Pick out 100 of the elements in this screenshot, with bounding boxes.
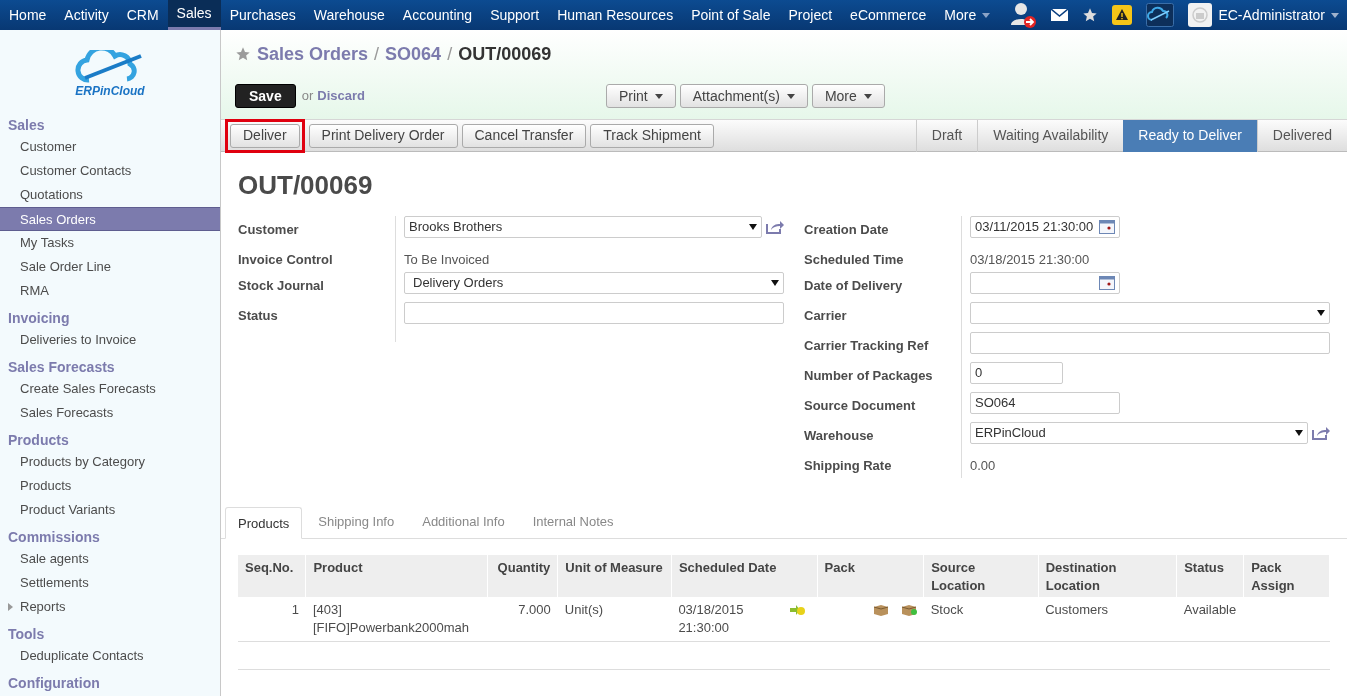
select-field[interactable] bbox=[970, 302, 1330, 324]
dropdown-button[interactable]: Attachment(s) bbox=[679, 84, 808, 108]
menu-item[interactable]: Point of Sale bbox=[682, 0, 780, 30]
logo-text: ERPinCloud bbox=[75, 84, 145, 98]
menu-item[interactable]: Purchases bbox=[220, 0, 305, 30]
sidebar-item[interactable]: Sale Order Line bbox=[0, 255, 220, 279]
sidebar-item[interactable]: My Tasks bbox=[0, 231, 220, 255]
calendar-icon[interactable] bbox=[1099, 220, 1115, 234]
sidebar-item[interactable]: RMA bbox=[0, 279, 220, 303]
user-logout-icon[interactable] bbox=[1009, 1, 1038, 29]
menu-item[interactable]: Accounting bbox=[393, 0, 482, 30]
tab[interactable]: Products bbox=[225, 507, 303, 539]
dropdown-caret-icon[interactable] bbox=[771, 280, 779, 286]
field-label: Carrier bbox=[804, 307, 848, 325]
package-icon[interactable] bbox=[872, 604, 889, 616]
discard-link[interactable]: Discard bbox=[317, 86, 365, 106]
sidebar-item[interactable]: Sales Forecasts bbox=[0, 401, 220, 425]
menu-item[interactable]: Sales bbox=[167, 0, 221, 30]
dropdown-caret-icon[interactable] bbox=[749, 224, 757, 230]
column-header: Status bbox=[1176, 555, 1244, 597]
field-label: Warehouse bbox=[804, 427, 875, 445]
input-field[interactable]: SO064 bbox=[970, 392, 1120, 414]
sidebar-item[interactable]: Create Sales Forecasts bbox=[0, 377, 220, 401]
sidebar-item[interactable]: Reports bbox=[0, 595, 220, 619]
avatar-icon[interactable] bbox=[1188, 3, 1213, 27]
external-link-icon[interactable] bbox=[766, 220, 784, 234]
action-button[interactable]: Deliver bbox=[230, 123, 300, 148]
date-field[interactable]: 03/11/2015 21:30:00 bbox=[970, 216, 1120, 238]
field-label: Carrier Tracking Ref bbox=[804, 337, 930, 355]
status-stage[interactable]: Delivered bbox=[1256, 119, 1347, 152]
table-cell: [403] [FIFO]Powerbank2000mah bbox=[305, 597, 488, 642]
action-button[interactable]: Track Shipment bbox=[590, 123, 714, 148]
column-header: Source Location bbox=[923, 555, 1039, 597]
calendar-icon[interactable] bbox=[1099, 276, 1115, 290]
breadcrumb-link[interactable]: SO064 bbox=[385, 40, 442, 68]
expand-icon[interactable] bbox=[8, 603, 13, 611]
star-icon[interactable] bbox=[235, 46, 251, 62]
sidebar-item[interactable]: Deliveries to Invoice bbox=[0, 328, 220, 352]
warning-icon[interactable] bbox=[1112, 5, 1133, 25]
input-field[interactable]: 0 bbox=[970, 362, 1063, 384]
select-field[interactable]: Brooks Brothers bbox=[404, 216, 762, 238]
field-label: Customer bbox=[238, 221, 300, 239]
more-menu[interactable]: More bbox=[935, 0, 1000, 30]
sidebar-item[interactable]: Product Variants bbox=[0, 498, 220, 522]
select-field[interactable]: ERPinCloud bbox=[970, 422, 1308, 444]
sidebar-item[interactable]: Sales Orders bbox=[0, 207, 220, 231]
column-header: Pack bbox=[817, 555, 924, 597]
sidebar-section-title: Configuration bbox=[7, 674, 101, 693]
menu-item[interactable]: Human Resources bbox=[548, 0, 683, 30]
field-label: Shipping Rate bbox=[804, 457, 893, 475]
menu-item[interactable]: Home bbox=[0, 0, 56, 30]
sidebar-section-title: Sales bbox=[7, 116, 46, 135]
dropdown-button[interactable]: Print bbox=[605, 84, 676, 108]
caret-icon bbox=[654, 93, 663, 99]
cloud-logo-icon[interactable] bbox=[1146, 3, 1175, 27]
tab[interactable]: Shipping Info bbox=[306, 506, 407, 538]
caret-icon bbox=[982, 12, 991, 18]
sidebar-section-title: Tools bbox=[7, 625, 46, 644]
sidebar-section-title: Sales Forecasts bbox=[7, 358, 116, 377]
dropdown-caret-icon[interactable] bbox=[1317, 310, 1325, 316]
sidebar-item[interactable]: Products bbox=[0, 474, 220, 498]
select-field[interactable]: Delivery Orders bbox=[404, 272, 784, 294]
caret-icon[interactable] bbox=[1331, 12, 1339, 18]
dropdown-button[interactable]: More bbox=[811, 84, 885, 108]
dropdown-caret-icon[interactable] bbox=[1295, 430, 1303, 436]
field-value: To Be Invoiced bbox=[404, 251, 490, 269]
action-button[interactable]: Print Delivery Order bbox=[308, 123, 458, 148]
menu-item[interactable]: CRM bbox=[117, 0, 168, 30]
input-field[interactable] bbox=[970, 332, 1330, 354]
or-text: or bbox=[301, 87, 314, 106]
sidebar-item[interactable]: Sale agents bbox=[0, 547, 220, 571]
sidebar-item[interactable]: Settlements bbox=[0, 571, 220, 595]
menu-item[interactable]: Project bbox=[779, 0, 842, 30]
column-header: Pack Assign bbox=[1243, 555, 1330, 597]
menu-item[interactable]: Warehouse bbox=[304, 0, 394, 30]
sidebar-item[interactable]: Products by Category bbox=[0, 450, 220, 474]
action-button[interactable]: Cancel Transfer bbox=[461, 123, 587, 148]
sidebar-item[interactable]: Customer Contacts bbox=[0, 159, 220, 183]
tab[interactable]: Internal Notes bbox=[520, 506, 626, 538]
status-stage[interactable]: Ready to Deliver bbox=[1123, 119, 1257, 152]
menu-item[interactable]: Activity bbox=[55, 0, 118, 30]
sidebar-item[interactable]: Customer bbox=[0, 135, 220, 159]
field-label: Number of Packages bbox=[804, 367, 934, 385]
external-link-icon[interactable] bbox=[1312, 426, 1330, 440]
field-label: Date of Delivery bbox=[804, 277, 904, 295]
menu-item[interactable]: eCommerce bbox=[841, 0, 936, 30]
status-stage[interactable]: Draft bbox=[915, 119, 978, 152]
breadcrumb-link[interactable]: Sales Orders bbox=[257, 40, 369, 68]
package-icon[interactable] bbox=[900, 604, 917, 616]
star-icon[interactable] bbox=[1082, 7, 1099, 23]
column-header: Product bbox=[305, 555, 488, 597]
input-field[interactable] bbox=[404, 302, 784, 324]
tab[interactable]: Additional Info bbox=[410, 506, 517, 538]
date-field[interactable] bbox=[970, 272, 1120, 294]
menu-item[interactable]: Support bbox=[481, 0, 549, 30]
user-menu[interactable]: EC-Administrator bbox=[1218, 4, 1325, 26]
mail-icon[interactable] bbox=[1051, 9, 1069, 21]
sidebar-item[interactable]: Deduplicate Contacts bbox=[0, 644, 220, 668]
save-button[interactable]: Save bbox=[235, 84, 296, 108]
sidebar-item[interactable]: Quotations bbox=[0, 183, 220, 207]
